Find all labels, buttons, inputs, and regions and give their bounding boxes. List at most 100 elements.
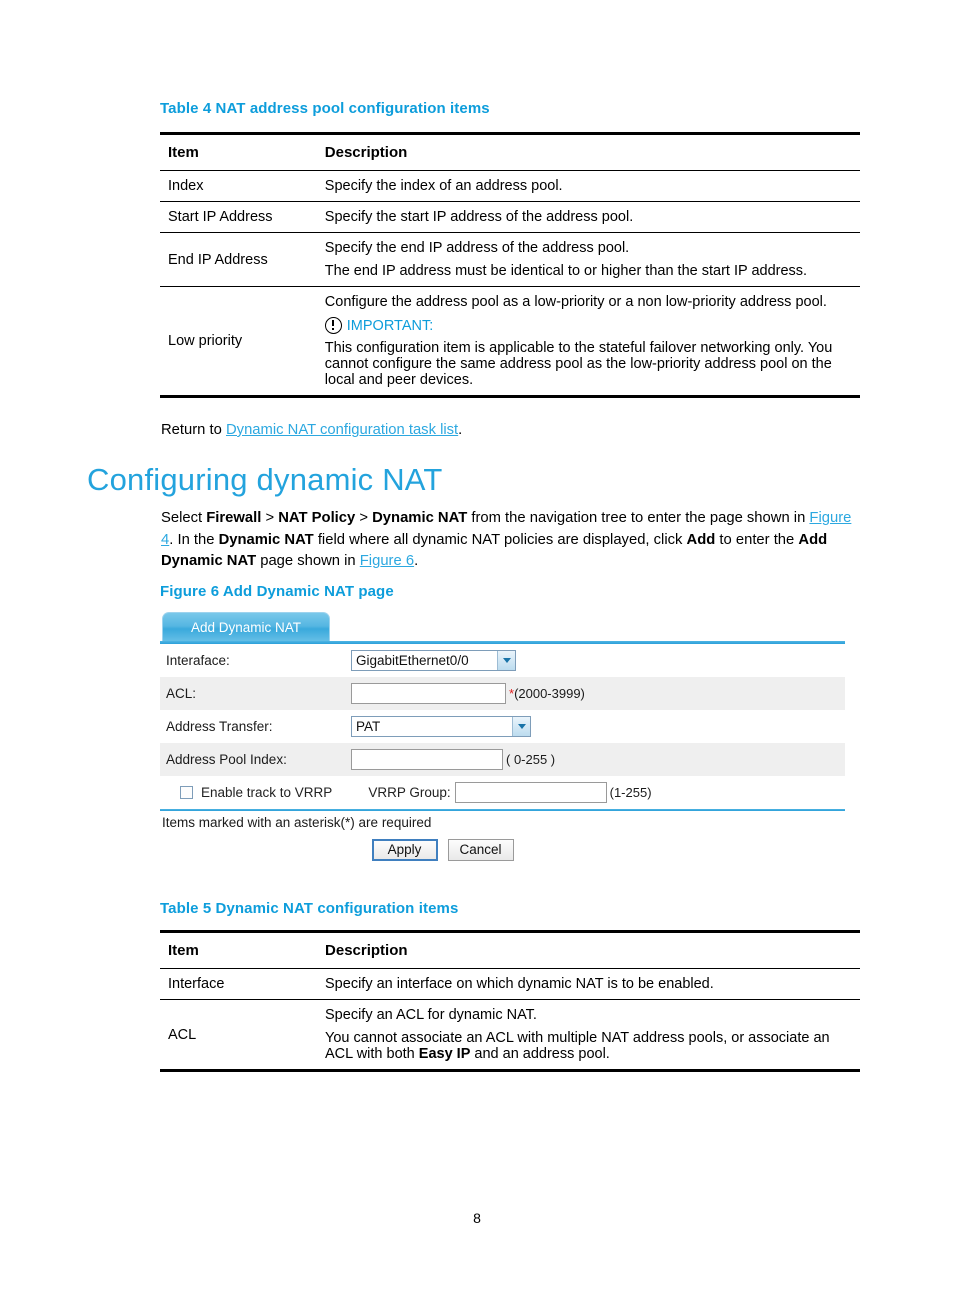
para-text: field where all dynamic NAT policies are…	[313, 531, 687, 548]
table4-description: Configure the address pool as a low-prio…	[316, 286, 860, 398]
form-row-interface: Interaface: GigabitEthernet0/0	[160, 644, 845, 677]
nav-dynamic-nat: Dynamic NAT	[372, 510, 468, 526]
nav-nat-policy: NAT Policy	[278, 510, 356, 526]
table4-desc-line: Specify the index of an address pool.	[324, 178, 563, 194]
acl-label: ACL:	[166, 686, 197, 701]
intro-paragraph: Select Firewall > NAT Policy > Dynamic N…	[161, 508, 866, 573]
table-row: Index Specify the index of an address po…	[160, 170, 860, 202]
table5: Item Description Interface Specify an in…	[160, 930, 860, 1072]
table4: Item Description Index Specify the index…	[160, 132, 860, 398]
address-pool-index-label: Address Pool Index:	[166, 752, 287, 767]
table5-desc-tail: You cannot associate an ACL with multipl…	[325, 1030, 856, 1062]
return-to-line: Return to Dynamic NAT configuration task…	[161, 420, 462, 442]
interface-label: Interaface:	[166, 653, 230, 668]
dynamic-nat-task-list-link[interactable]: Dynamic NAT configuration task list	[226, 422, 458, 438]
address-transfer-label: Address Transfer:	[166, 719, 273, 734]
acl-field: *(2000-3999)	[351, 683, 585, 704]
form-row-vrrp: Enable track to VRRP VRRP Group: (1-255)	[160, 776, 845, 809]
table5-header-item: Item	[160, 930, 318, 969]
nav-separator: >	[355, 510, 373, 526]
acl-input[interactable]	[351, 683, 506, 704]
chevron-down-icon[interactable]	[512, 717, 530, 736]
interface-select[interactable]: GigabitEthernet0/0	[351, 650, 516, 671]
table4-desc-line: Specify the start IP address of the addr…	[324, 209, 634, 225]
return-suffix: .	[458, 422, 463, 438]
table4-description: Specify the index of an address pool.	[316, 170, 860, 202]
table-row: Low priority Configure the address pool …	[160, 286, 860, 398]
table5-header-description: Description	[317, 930, 860, 969]
table4-description: Specify the end IP address of the addres…	[316, 232, 860, 287]
address-pool-index-field: ( 0-255 )	[351, 749, 555, 770]
form-row-acl: ACL: *(2000-3999)	[160, 677, 845, 710]
page-number: 8	[473, 1210, 481, 1226]
table4-desc-line: Specify the end IP address of the addres…	[324, 240, 630, 256]
table-row: Interface Specify an interface on which …	[160, 968, 860, 1000]
form-actions: Apply Cancel	[40, 833, 845, 865]
apply-button[interactable]: Apply	[371, 839, 438, 861]
address-pool-index-input[interactable]	[351, 749, 503, 770]
table5-desc-lead: Specify an ACL for dynamic NAT.	[325, 1007, 537, 1023]
interface-field: GigabitEthernet0/0	[351, 650, 516, 671]
table5-header-row: Item Description	[160, 930, 860, 969]
address-transfer-select-value: PAT	[356, 719, 381, 734]
para-text: page shown in	[256, 553, 360, 569]
table4-header-description: Description	[316, 132, 860, 171]
vrrp-group-input[interactable]	[454, 782, 607, 803]
figure-6-link[interactable]: Figure 6	[360, 553, 414, 569]
para-text: .	[414, 553, 419, 569]
enable-track-to-vrrp-checkbox[interactable]	[180, 786, 193, 799]
table5-desc-line: Specify an interface on which dynamic NA…	[325, 976, 714, 992]
page-title: Configuring dynamic NAT	[87, 462, 443, 497]
address-pool-index-hint: ( 0-255 )	[506, 752, 556, 767]
document-page: Table 4 NAT address pool configuration i…	[0, 0, 954, 1296]
table4-item: Index	[160, 170, 317, 202]
para-text: to enter the	[715, 531, 799, 548]
table4-item: Start IP Address	[160, 201, 317, 233]
table4-item: End IP Address	[160, 232, 317, 287]
para-text: . In the	[169, 531, 219, 548]
chevron-down-icon[interactable]	[497, 651, 515, 670]
interface-select-value: GigabitEthernet0/0	[356, 653, 469, 668]
field-dynamic-nat: Dynamic NAT	[218, 531, 314, 548]
para-text: Select	[161, 510, 207, 526]
table-row: End IP Address Specify the end IP addres…	[160, 232, 860, 287]
address-transfer-select[interactable]: PAT	[351, 716, 531, 737]
tab-strip: Add Dynamic NAT	[160, 612, 845, 644]
easy-ip-term: Easy IP	[418, 1046, 471, 1062]
important-label: IMPORTANT:	[346, 317, 434, 334]
table4-desc-line: The end IP address must be identical to …	[324, 263, 808, 279]
cancel-button[interactable]: Cancel	[447, 839, 514, 861]
table-row: Start IP Address Specify the start IP ad…	[160, 201, 860, 233]
tab-add-dynamic-nat[interactable]: Add Dynamic NAT	[162, 612, 330, 642]
table4-description: Specify the start IP address of the addr…	[316, 201, 860, 233]
nav-separator: >	[261, 510, 279, 526]
required-fields-note: Items marked with an asterisk(*) are req…	[162, 815, 432, 830]
table-row: ACL Specify an ACL for dynamic NAT. You …	[160, 999, 860, 1072]
exclamation-circle-icon	[324, 317, 342, 334]
address-transfer-field: PAT	[351, 716, 531, 737]
table4-header-item: Item	[160, 132, 317, 171]
table5-desc-tail-b: and an address pool.	[470, 1046, 610, 1062]
acl-hint: *(2000-3999)	[509, 686, 585, 701]
table4-desc-lead: Configure the address pool as a low-prio…	[324, 294, 827, 310]
add-button-reference: Add	[686, 531, 716, 548]
return-prefix: Return to	[161, 422, 226, 438]
form-row-address-transfer: Address Transfer: PAT	[160, 710, 845, 743]
acl-range: (2000-3999)	[514, 686, 585, 701]
table4-header-row: Item Description	[160, 132, 860, 171]
add-dynamic-nat-screenshot: Add Dynamic NAT Interaface: GigabitEther…	[160, 612, 845, 865]
enable-track-to-vrrp-label: Enable track to VRRP	[201, 785, 333, 800]
figure6-caption: Figure 6 Add Dynamic NAT page	[160, 583, 394, 600]
vrrp-group-hint: (1-255)	[609, 785, 652, 800]
form-row-address-pool-index: Address Pool Index: ( 0-255 )	[160, 743, 845, 776]
important-callout: IMPORTANT:	[324, 317, 856, 334]
para-text: from the navigation tree to enter the pa…	[467, 510, 810, 526]
table5-caption: Table 5 Dynamic NAT configuration items	[160, 900, 459, 917]
table5-item: ACL	[160, 999, 318, 1072]
table4-desc-tail: This configuration item is applicable to…	[324, 340, 833, 388]
table5-description: Specify an interface on which dynamic NA…	[317, 968, 860, 1000]
table4-caption: Table 4 NAT address pool configuration i…	[160, 100, 490, 117]
table5-item: Interface	[160, 968, 318, 1000]
tab-underline	[160, 641, 845, 644]
table5-description: Specify an ACL for dynamic NAT. You cann…	[317, 999, 860, 1072]
